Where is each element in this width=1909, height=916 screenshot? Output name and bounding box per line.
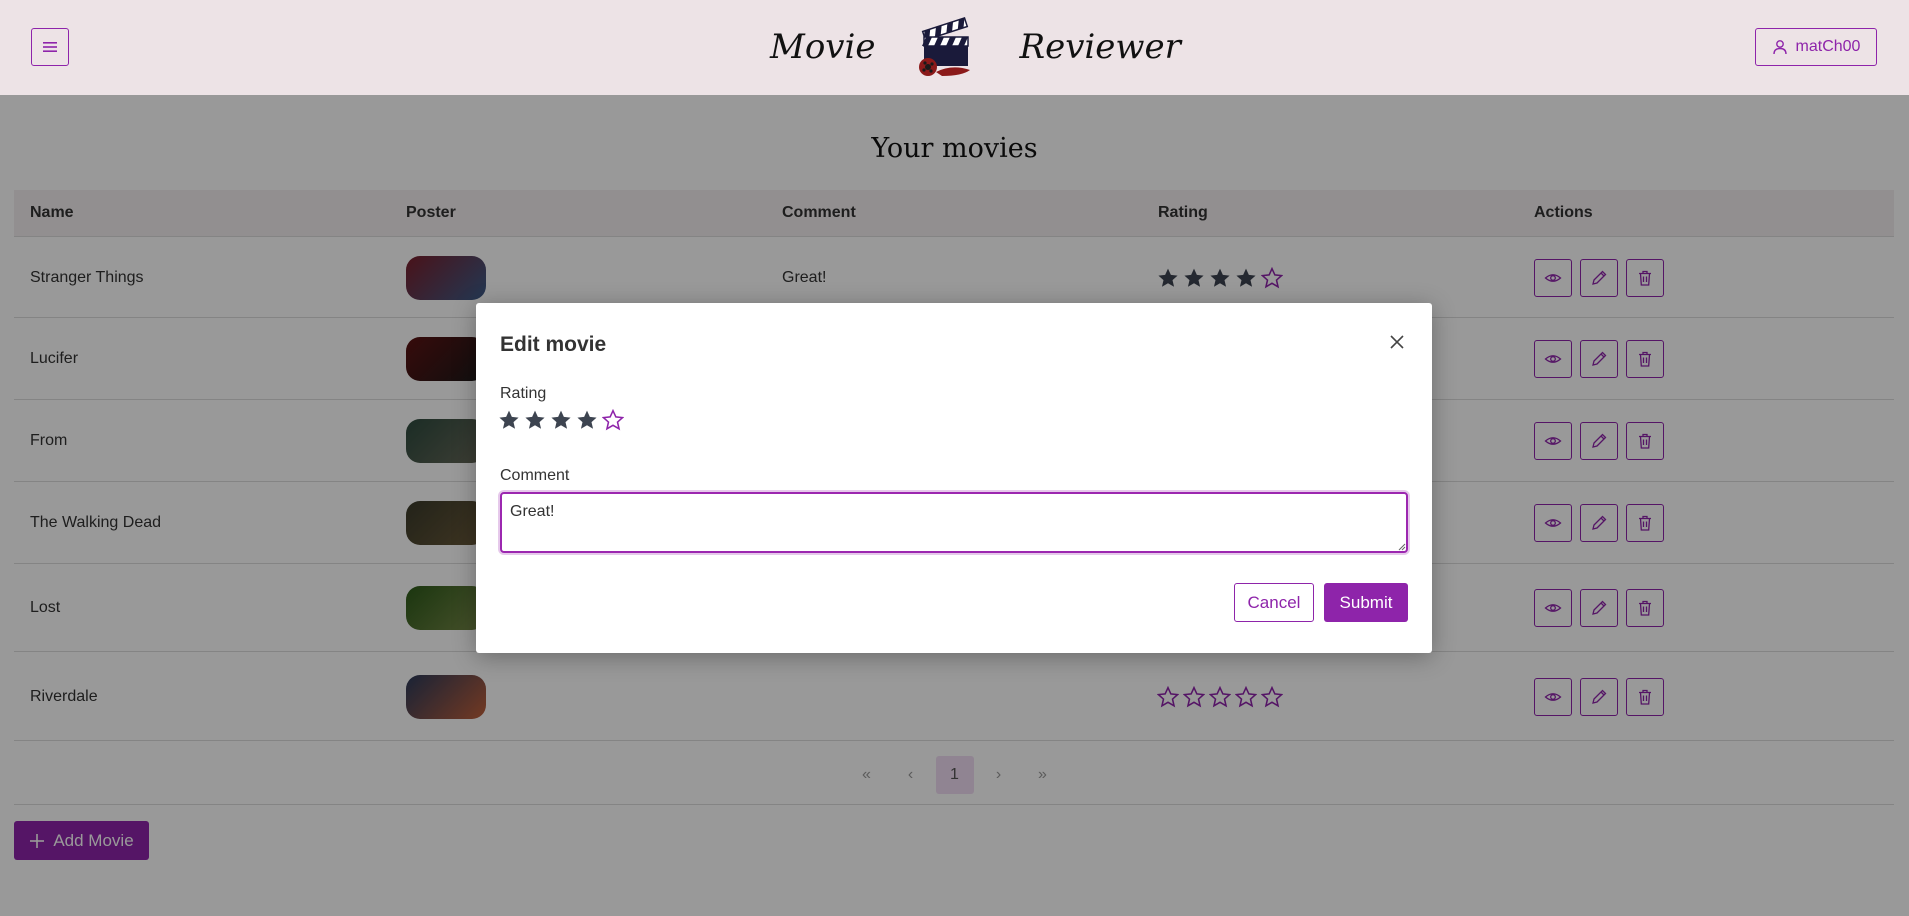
star-filled-icon[interactable]	[576, 409, 598, 431]
close-icon	[1390, 335, 1404, 349]
edit-movie-dialog: Edit movie Rating Comment Cancel Submit	[476, 303, 1432, 653]
menu-button[interactable]	[31, 28, 69, 66]
close-button[interactable]	[1384, 329, 1410, 355]
star-empty-icon[interactable]	[602, 409, 624, 431]
star-filled-icon[interactable]	[524, 409, 546, 431]
user-icon	[1772, 40, 1787, 55]
brand[interactable]: Movie Reviewer	[770, 8, 1181, 86]
user-menu-button[interactable]: matCh00	[1755, 28, 1877, 66]
rating-input[interactable]	[498, 409, 624, 431]
clapperboard-logo-icon	[918, 16, 970, 76]
comment-label: Comment	[500, 467, 570, 484]
cancel-button[interactable]: Cancel	[1234, 583, 1314, 622]
app-header: Movie Reviewer matCh00	[0, 0, 1909, 95]
star-filled-icon[interactable]	[498, 409, 520, 431]
rating-label: Rating	[500, 385, 547, 402]
comment-textarea[interactable]	[500, 492, 1408, 553]
resize-handle-icon[interactable]	[1396, 541, 1406, 551]
user-name: matCh00	[1795, 38, 1861, 55]
submit-button[interactable]: Submit	[1324, 583, 1408, 622]
hamburger-icon	[43, 42, 57, 52]
brand-title-left: Movie	[770, 27, 876, 67]
dialog-title: Edit movie	[500, 333, 607, 356]
star-filled-icon[interactable]	[550, 409, 572, 431]
brand-title-right: Reviewer	[1019, 27, 1181, 67]
